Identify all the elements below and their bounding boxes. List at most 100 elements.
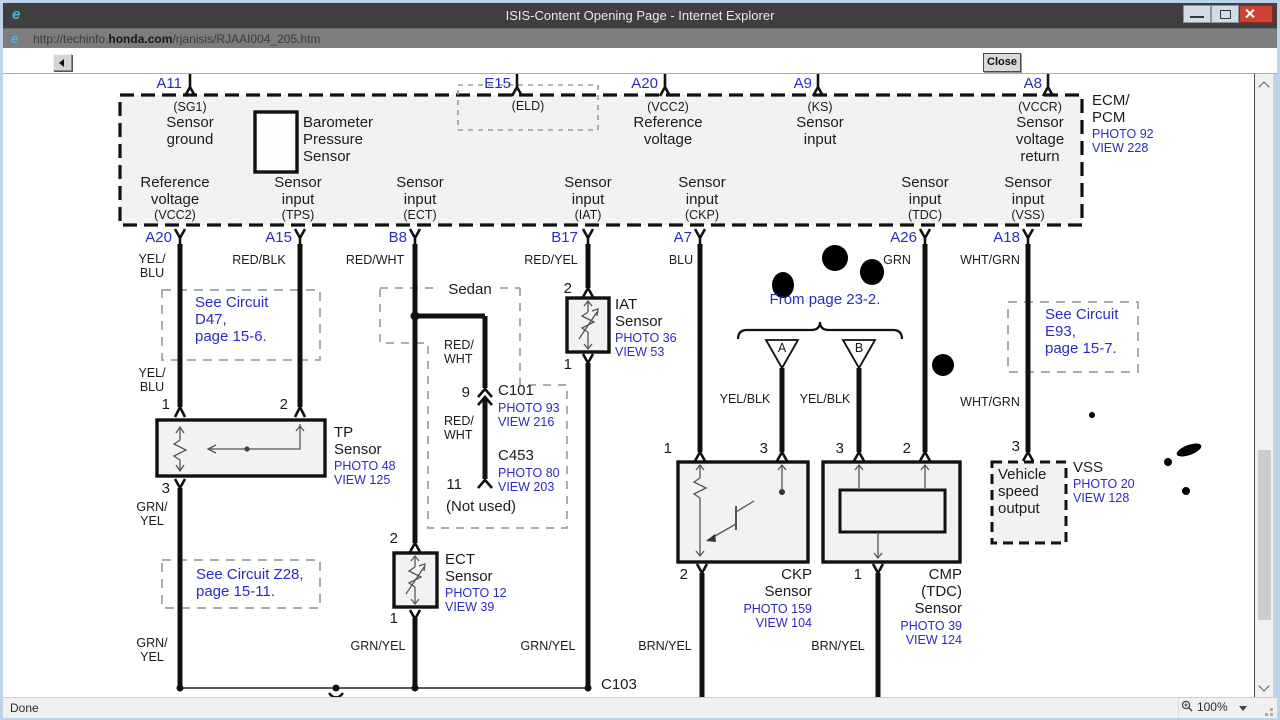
pin-label-e15: E15 (484, 75, 511, 92)
window-title: ISIS-Content Opening Page - Internet Exp… (505, 8, 775, 23)
branch-a-label: A (777, 341, 787, 355)
wire-color-red-wht-3: RED/ WHT (444, 414, 474, 442)
page-content (3, 74, 1255, 697)
ecm-name: ECM/ PCM (1092, 92, 1130, 126)
c101-view-link[interactable]: VIEW 216 (498, 415, 554, 429)
frame-toolbar: Close (3, 48, 1277, 74)
wire-color-grn-yel-2: GRN/ YEL (136, 636, 168, 664)
ie-page-icon (11, 31, 18, 46)
c453-photo-link[interactable]: PHOTO 80 (498, 466, 560, 480)
eld-label: (ELD) (511, 99, 545, 113)
zoom-dropdown-icon (1239, 706, 1247, 711)
resize-grip (1270, 708, 1273, 711)
iat-photo-link[interactable]: PHOTO 36 (615, 331, 677, 345)
vss-view-link[interactable]: VIEW 128 (1073, 491, 1129, 505)
url-field[interactable]: http://techinfo.honda.com/rjanisis/RJAAI… (33, 32, 320, 46)
not-used-label: (Not used) (446, 498, 517, 515)
ecm-label-ks: (KS) Sensor input (796, 100, 844, 148)
wire-color-wht-grn: WHT/GRN (960, 253, 1020, 267)
wire-color-red-wht-2: RED/ WHT (444, 338, 474, 366)
iat-view-link[interactable]: VIEW 53 (615, 345, 664, 359)
close-window-button[interactable] (1239, 5, 1273, 23)
ckp-sensor-name: CKP Sensor (764, 566, 812, 600)
see-circuit-z28-link[interactable]: See Circuit Z28, page 15-11. (196, 566, 304, 600)
pin-label-a15: A15 (265, 229, 292, 246)
sedan-label: Sedan (448, 281, 492, 298)
wire-color-yel-blu-2: YEL/ BLU (138, 366, 166, 394)
tp-pin3-label: 3 (161, 480, 170, 497)
tp-sensor-name: TP Sensor (334, 424, 382, 458)
ect-view-link[interactable]: VIEW 39 (445, 600, 494, 614)
c453-pin-label: 11 (446, 476, 462, 493)
c101-photo-link[interactable]: PHOTO 93 (498, 401, 560, 415)
zoom-control[interactable]: 100% (1181, 700, 1247, 714)
wire-color-brn-yel-2: BRN/YEL (811, 639, 865, 653)
minimize-button[interactable] (1183, 5, 1211, 23)
iat-pin2-label: 2 (563, 280, 572, 297)
ckp-pin3-label: 3 (759, 440, 768, 457)
pin-label-a8: A8 (1023, 75, 1042, 92)
wire-color-red-yel: RED/YEL (524, 253, 578, 267)
tp-view-link[interactable]: VIEW 125 (334, 473, 390, 487)
see-circuit-e93-link[interactable]: See Circuit E93, page 15-7. (1045, 306, 1118, 357)
vss-photo-link[interactable]: PHOTO 20 (1073, 477, 1135, 491)
wire-color-blu: BLU (668, 253, 694, 267)
ect-photo-link[interactable]: PHOTO 12 (445, 586, 507, 600)
cmp-pin1-label: 1 (853, 566, 862, 583)
ecm-label-vcc2-bottom: Reference voltage (VCC2) (140, 174, 210, 222)
wire-color-grn-yel-4: GRN/YEL (520, 639, 576, 653)
address-bar[interactable]: http://techinfo.honda.com/rjanisis/RJAAI… (3, 28, 1277, 49)
pin-label-a18: A18 (993, 229, 1020, 246)
pin-label-a26: A26 (890, 229, 917, 246)
vehicle-speed-output-label: Vehicle speed output (998, 466, 1047, 517)
ecm-label-vccr: (VCCR) Sensor voltage return (1015, 100, 1065, 165)
status-bar: Done 100% (3, 697, 1277, 718)
vss-name: VSS (1073, 459, 1104, 476)
pin-label-a20-bottom: A20 (145, 229, 172, 246)
maximize-icon (1220, 10, 1231, 19)
tp-pin1-label: 1 (161, 396, 170, 413)
magnifier-icon (1181, 700, 1193, 712)
status-text: Done (10, 701, 39, 715)
close-page-button[interactable]: Close (983, 53, 1021, 72)
pin-label-a20-top: A20 (631, 75, 658, 92)
cmp-sensor-name: CMP (TDC) Sensor (914, 566, 962, 617)
back-button[interactable] (53, 54, 72, 71)
see-circuit-d47-link[interactable]: See Circuit D47, page 15-6. (195, 294, 268, 345)
pin-label-a11: A11 (156, 75, 182, 92)
ecm-view-link[interactable]: VIEW 228 (1092, 141, 1148, 155)
ckp-pin1-label: 1 (663, 440, 672, 457)
from-page-link[interactable]: From page 23-2. (755, 291, 895, 308)
wire-color-red-wht: RED/WHT (345, 253, 405, 267)
minimize-icon (1190, 16, 1204, 18)
pin-label-b8: B8 (388, 229, 407, 246)
pin-label-b17: B17 (551, 229, 578, 246)
maximize-button[interactable] (1211, 5, 1239, 23)
wire-color-yel-blu: YEL/ BLU (138, 252, 166, 280)
scrollbar-thumb[interactable] (1257, 450, 1271, 620)
wire-color-grn-yel-3: GRN/YEL (350, 639, 406, 653)
ecm-label-iat: Sensor input (IAT) (564, 174, 612, 222)
tp-photo-link[interactable]: PHOTO 48 (334, 459, 396, 473)
tp-pin2-label: 2 (279, 396, 288, 413)
ckp-view-link[interactable]: VIEW 104 (712, 616, 812, 630)
ecm-label-ect: Sensor input (ECT) (396, 174, 444, 222)
ect-sensor-name: ECT Sensor (445, 551, 493, 585)
wire-color-yel-blk-2: YEL/BLK (799, 392, 851, 406)
c103-label: C103 (601, 676, 637, 693)
c101-pin-label: 9 (461, 384, 470, 401)
ckp-photo-link[interactable]: PHOTO 159 (712, 602, 812, 616)
ecm-label-tdc: Sensor input (TDC) (901, 174, 949, 222)
cmp-view-link[interactable]: VIEW 124 (862, 633, 962, 647)
cmp-photo-link[interactable]: PHOTO 39 (862, 619, 962, 633)
wire-color-grn-yel-1: GRN/ YEL (136, 500, 168, 528)
c453-name: C453 (498, 447, 534, 464)
ect-pin1-label: 1 (389, 610, 398, 627)
ecm-photo-link[interactable]: PHOTO 92 (1092, 127, 1154, 141)
branch-b-label: B (854, 341, 864, 355)
back-arrow-icon (59, 59, 64, 67)
wire-color-red-blk: RED/BLK (232, 253, 286, 267)
ecm-label-vcc2-top: (VCC2) Reference voltage (633, 100, 703, 148)
c453-view-link[interactable]: VIEW 203 (498, 480, 554, 494)
ecm-label-vss: Sensor input (VSS) (1004, 174, 1052, 222)
